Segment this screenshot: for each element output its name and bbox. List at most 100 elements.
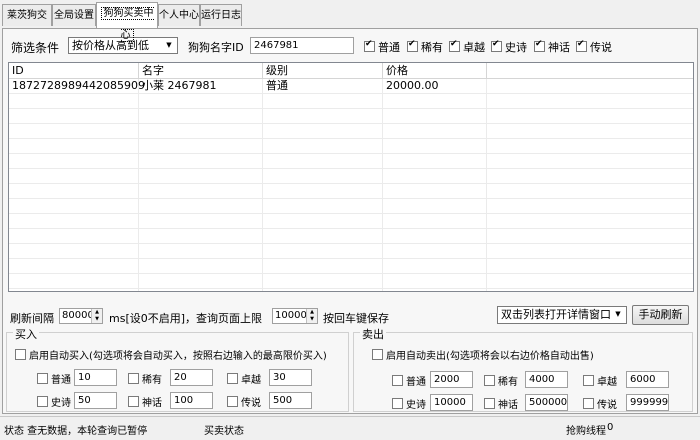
sort-value: 按价格从高到低 [72,39,149,52]
status-text: 状态 查无数据，本轮查询已暂停 [4,426,148,437]
threads-value: 0 [607,422,614,433]
buy-group-title: 买入 [13,326,39,342]
checkbox-label: 普通 [51,375,71,386]
auto-buy-checkbox[interactable]: 启用自动买入(勾选项将会自动买入，按照右边输入的最高限价买入) [15,347,327,362]
buy-price-common[interactable]: 10 [74,369,117,386]
buy-checkbox-epic[interactable]: 史诗 [37,394,71,409]
buy-checkbox-legend[interactable]: 传说 [227,394,261,409]
buy-price-excellent[interactable]: 30 [269,369,312,386]
refresh-interval-stepper[interactable]: 80000 ▲ ▼ [59,308,103,324]
sell-group: 卖出 启用自动卖出(勾选项将会以右边价格自动出售) 普通 2000 稀有 400… [353,326,693,412]
buy-checkbox-rare[interactable]: 稀有 [128,371,162,386]
checkbox-icon [37,373,48,384]
buy-price-rare[interactable]: 20 [170,369,213,386]
filter-checkbox-rare[interactable]: 稀有 [407,39,443,55]
table-row[interactable]: 1872728989442085909 小莱 2467981 普通 20000.… [9,78,693,94]
column-header-id[interactable]: ID [9,63,139,78]
checkbox-icon [491,39,502,52]
sell-price-epic[interactable]: 10000 [430,394,473,411]
checkbox-label: 稀有 [142,375,162,386]
checkbox-label: 史诗 [51,398,71,409]
checkbox-icon [227,373,238,384]
tab-run-log[interactable]: 运行日志 [200,4,242,26]
buy-price-epic[interactable]: 50 [74,392,117,409]
filter-checkbox-epic[interactable]: 史诗 [491,39,527,55]
tab-global-settings[interactable]: 全局设置 [52,4,96,26]
refresh-interval-value: 80000 [62,310,94,321]
filter-checkbox-common[interactable]: 普通 [364,39,400,55]
sell-price-common[interactable]: 2000 [430,371,473,388]
cell-id: 1872728989442085909 [12,79,145,92]
open-mode-select[interactable]: 双击列表打开详情窗口 ▼ [497,306,627,324]
buy-checkbox-excellent[interactable]: 卓越 [227,371,261,386]
checkbox-label: 神话 [548,41,570,54]
checkbox-icon [227,396,238,407]
sell-checkbox-common[interactable]: 普通 [392,373,426,388]
manual-refresh-button[interactable]: 手动刷新 [632,305,689,325]
grid-header: ID 名字 级别 价格 [9,63,693,79]
name-id-input[interactable]: 2467981 [250,37,354,54]
sell-checkbox-myth[interactable]: 神话 [484,396,518,411]
checkbox-label: 神话 [498,400,518,411]
tab-trading-center[interactable]: 狗狗买卖中心 [96,2,158,42]
checkbox-label: 传说 [241,398,261,409]
sell-price-myth[interactable]: 500000 [525,394,568,411]
sell-checkbox-excellent[interactable]: 卓越 [583,373,617,388]
checkbox-label: 卓越 [241,375,261,386]
dog-list-grid[interactable]: ID 名字 级别 价格 1872728989442085909 小莱 24679… [8,62,694,292]
open-mode-value: 双击列表打开详情窗口 [501,308,611,321]
filter-label: 筛选条件 [11,41,60,55]
checkbox-label: 稀有 [498,377,518,388]
checkbox-icon [583,375,594,386]
chevron-down-icon: ▼ [166,41,172,49]
status-bar: 状态 查无数据，本轮查询已暂停 买卖状态 抢购线程 0 [0,416,700,440]
checkbox-label: 传说 [597,400,617,411]
checkbox-icon [392,398,403,409]
sell-price-legend[interactable]: 99999999 [626,394,669,411]
checkbox-icon [128,396,139,407]
up-down-arrows-icon[interactable]: ▲ ▼ [91,309,102,323]
filter-checkbox-myth[interactable]: 神话 [534,39,570,55]
column-header-level[interactable]: 级别 [263,63,383,78]
tab-label: 个人中心 [159,10,199,21]
sell-checkbox-rare[interactable]: 稀有 [484,373,518,388]
sell-price-rare[interactable]: 4000 [525,371,568,388]
buy-group: 买入 启用自动买入(勾选项将会自动买入，按照右边输入的最高限价买入) 普通 10… [6,326,349,412]
threads-label: 抢购线程 [566,426,606,437]
tab-dog-exchange[interactable]: 莱茨狗交流 [2,4,52,43]
checkbox-icon [37,396,48,407]
auto-sell-checkbox[interactable]: 启用自动卖出(勾选项将会以右边价格自动出售) [372,347,594,362]
buy-price-myth[interactable]: 100 [170,392,213,409]
checkbox-icon [449,39,460,52]
column-header-name[interactable]: 名字 [139,63,263,78]
name-id-label: 狗狗名字ID [188,41,244,54]
checkbox-label: 卓越 [463,41,485,54]
checkbox-icon [407,39,418,52]
up-down-arrows-icon[interactable]: ▲ ▼ [306,309,317,323]
sell-checkbox-legend[interactable]: 传说 [583,396,617,411]
page-limit-value: 10000 [275,310,307,321]
filter-checkbox-excellent[interactable]: 卓越 [449,39,485,55]
checkbox-label: 神话 [142,398,162,409]
tab-label: 运行日志 [201,10,241,21]
buy-checkbox-common[interactable]: 普通 [37,371,71,386]
buy-checkbox-myth[interactable]: 神话 [128,394,162,409]
trade-status-label: 买卖状态 [204,426,244,437]
checkbox-label: 普通 [378,41,400,54]
filter-checkbox-legend[interactable]: 传说 [576,39,612,55]
sell-price-excellent[interactable]: 6000 [626,371,669,388]
tab-bar: 莱茨狗交流 全局设置 狗狗买卖中心 个人中心 运行日志 [0,0,700,43]
sell-checkbox-epic[interactable]: 史诗 [392,396,426,411]
sell-group-title: 卖出 [360,326,386,342]
tab-personal-center[interactable]: 个人中心 [158,4,200,26]
buy-price-legend[interactable]: 500 [269,392,312,409]
checkbox-icon [484,375,495,386]
column-header-price[interactable]: 价格 [383,63,487,78]
checkbox-label: 启用自动卖出(勾选项将会以右边价格自动出售) [386,351,594,362]
cell-name: 小莱 2467981 [142,79,217,92]
page-limit-stepper[interactable]: 10000 ▲ ▼ [272,308,318,324]
checkbox-label: 启用自动买入(勾选项将会自动买入，按照右边输入的最高限价买入) [29,351,327,362]
chevron-down-icon: ▼ [615,310,621,318]
checkbox-label: 普通 [406,377,426,388]
tab-label: 全局设置 [54,10,94,21]
